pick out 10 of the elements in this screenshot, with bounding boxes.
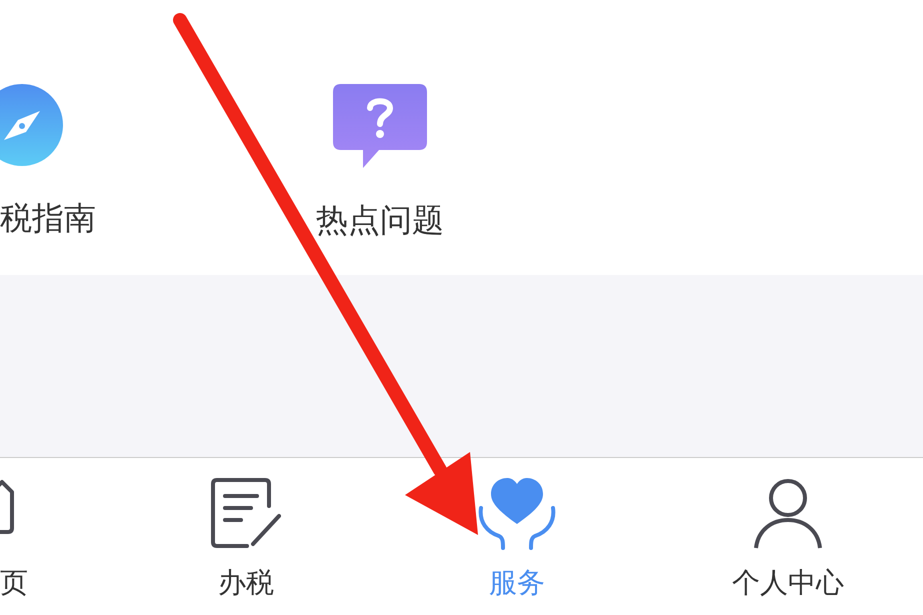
edit-note-icon [211,478,281,548]
shortcut-label[interactable]: 税指南 [0,198,96,238]
tab-item[interactable]: 办税 [181,478,311,600]
home-icon [0,478,14,534]
heart-hands-icon [477,478,557,550]
tab-item[interactable]: 页 [0,478,40,600]
person-icon [752,478,824,550]
question-bubble-icon [333,84,427,168]
tab-item[interactable]: 个人中心 [723,478,853,600]
shortcut-label[interactable]: 热点问题 [316,200,444,240]
